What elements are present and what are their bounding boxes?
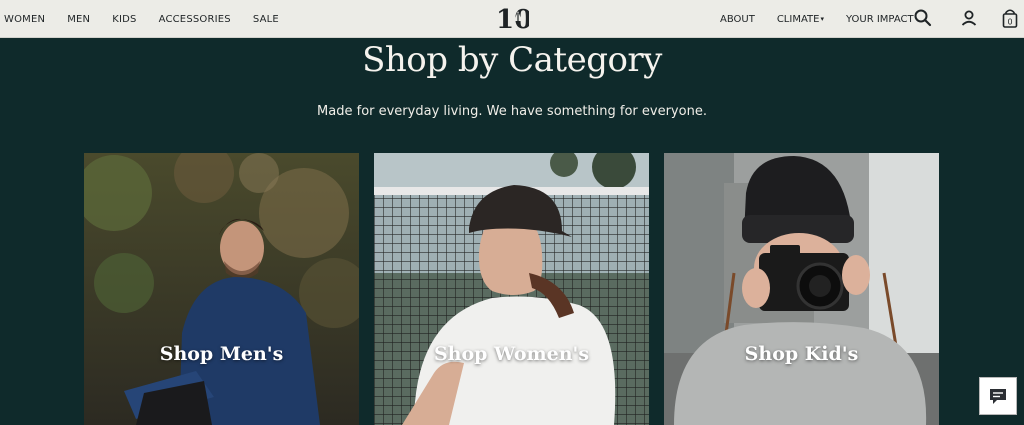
logo-mark: 10 xyxy=(496,5,532,35)
page-subtitle: Made for everyday living. We have someth… xyxy=(317,104,707,119)
top-navigation: WOMEN MEN KIDS ACCESSORIES SALE 10 ABOUT… xyxy=(0,0,1024,38)
nav-women[interactable]: WOMEN xyxy=(4,14,45,25)
search-icon[interactable] xyxy=(913,8,933,28)
chat-button[interactable] xyxy=(979,377,1017,415)
page-title: Shop by Category xyxy=(362,40,662,80)
nav-climate[interactable]: CLIMATE▾ xyxy=(777,14,824,25)
nav-accessories[interactable]: ACCESSORIES xyxy=(159,14,231,25)
category-label-men[interactable]: Shop Men's xyxy=(84,343,359,365)
brand-logo[interactable]: 10 xyxy=(493,3,532,35)
primary-nav: WOMEN MEN KIDS ACCESSORIES SALE xyxy=(4,0,301,38)
logo-text: 10 xyxy=(496,5,529,33)
category-card-kids[interactable]: Shop Kid's xyxy=(664,153,939,425)
category-label-women[interactable]: Shop Women's xyxy=(374,343,649,365)
nav-sale[interactable]: SALE xyxy=(253,14,279,25)
nav-about[interactable]: ABOUT xyxy=(720,14,755,25)
category-card-men[interactable]: Shop Men's xyxy=(84,153,359,425)
category-card-women[interactable]: Shop Women's xyxy=(374,153,649,425)
nav-men[interactable]: MEN xyxy=(67,14,90,25)
nav-your-impact[interactable]: YOUR IMPACT xyxy=(846,14,914,25)
cart-count: 0 xyxy=(1007,18,1012,27)
cart-icon[interactable]: 0 xyxy=(1000,8,1020,28)
men-category-image xyxy=(84,153,359,425)
chevron-down-icon: ▾ xyxy=(820,14,824,23)
account-icon[interactable] xyxy=(959,8,979,28)
women-category-image xyxy=(374,153,649,425)
category-label-kids[interactable]: Shop Kid's xyxy=(664,343,939,365)
chat-icon xyxy=(990,389,1006,404)
secondary-nav: ABOUT CLIMATE▾ YOUR IMPACT xyxy=(720,0,936,38)
nav-kids[interactable]: KIDS xyxy=(112,14,136,25)
kids-category-image xyxy=(664,153,939,425)
nav-climate-label: CLIMATE xyxy=(776,13,820,25)
